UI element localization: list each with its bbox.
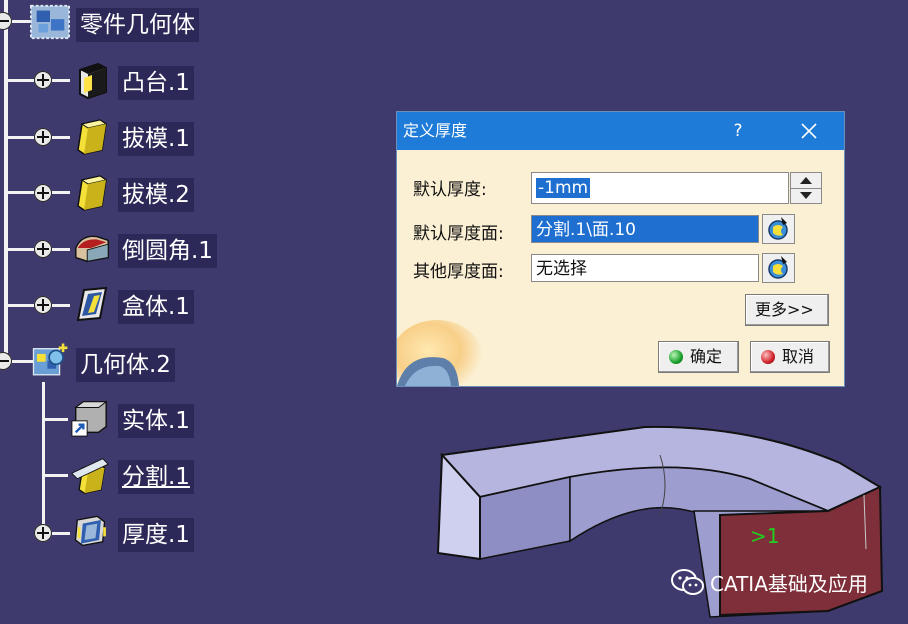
cancel-button[interactable]: 取消 (750, 341, 830, 373)
help-button[interactable]: ? (725, 112, 751, 150)
default-thickness-input[interactable]: -1mm (531, 172, 789, 204)
dialog-decoration-icon (397, 320, 483, 386)
expand-icon[interactable] (34, 71, 52, 89)
more-button-label: 更多>> (755, 300, 814, 319)
default-face-field[interactable]: 分割.1\面.10 (531, 215, 759, 243)
expand-icon[interactable] (34, 128, 52, 146)
tree-connector (52, 191, 70, 194)
tree-connector (8, 79, 34, 82)
default-face-label: 默认厚度面: (413, 224, 504, 244)
watermark-text: CATIA基础及应用 (710, 572, 868, 596)
tree-label-draft-1[interactable]: 拔模.1 (118, 122, 194, 156)
collapse-icon[interactable] (0, 12, 12, 30)
default-face-select-button[interactable] (762, 214, 795, 244)
ok-button-label: 确定 (690, 347, 723, 366)
tree-connector (4, 0, 8, 362)
tree-label-thickness[interactable]: 厚度.1 (118, 518, 194, 552)
expand-icon[interactable] (34, 240, 52, 258)
cancel-button-label: 取消 (782, 347, 815, 366)
ok-status-icon (669, 350, 683, 364)
tree-connector (8, 136, 34, 139)
thickness-annotation: >1 (750, 524, 779, 548)
tree-connector (42, 382, 45, 534)
tree-connector (52, 304, 70, 307)
geometric-body-icon[interactable] (30, 340, 70, 380)
expand-icon[interactable] (34, 296, 52, 314)
close-button[interactable] (789, 112, 829, 150)
tree-label-pad[interactable]: 凸台.1 (118, 66, 194, 100)
tree-label-solid[interactable]: 实体.1 (118, 404, 194, 438)
other-face-label: 其他厚度面: (413, 262, 504, 282)
arrow-up-icon (800, 177, 812, 184)
tree-label-split[interactable]: 分割.1 (118, 460, 194, 494)
tree-connector (42, 418, 68, 421)
tree-label-fillet[interactable]: 倒圆角.1 (118, 234, 217, 268)
part-body-icon[interactable] (30, 2, 70, 42)
draft-icon[interactable] (72, 116, 112, 156)
tree-connector (52, 248, 70, 251)
spin-up-button[interactable] (791, 173, 821, 188)
collapse-icon[interactable] (0, 352, 12, 370)
draft-icon[interactable] (72, 172, 112, 212)
tree-label-body-2[interactable]: 几何体.2 (76, 348, 175, 382)
fillet-icon[interactable] (72, 228, 112, 268)
tree-connector (52, 532, 70, 535)
dialog-title: 定义厚度 (403, 121, 468, 140)
tree-connector (52, 79, 70, 82)
thickness-icon[interactable] (70, 510, 110, 550)
tree-label-shell[interactable]: 盒体.1 (118, 290, 194, 324)
ok-button[interactable]: 确定 (658, 341, 739, 373)
dialog-titlebar[interactable]: 定义厚度 ? (397, 112, 844, 150)
default-thickness-label: 默认厚度: (413, 180, 487, 200)
more-button[interactable]: 更多>> (745, 294, 829, 326)
cancel-status-icon (761, 350, 775, 364)
selection-tool-icon (768, 217, 788, 240)
default-thickness-value: -1mm (536, 178, 591, 198)
tree-label-part-body[interactable]: 零件几何体 (76, 8, 199, 42)
expand-icon[interactable] (34, 524, 52, 542)
close-icon (801, 123, 817, 139)
solid-icon[interactable] (70, 398, 110, 438)
selection-tool-icon (768, 256, 788, 279)
tree-label-draft-2[interactable]: 拔模.2 (118, 178, 194, 212)
define-thickness-dialog: 定义厚度 ? 默认厚度: -1mm 默认厚度面: 分割.1\面.10 其他厚度面… (397, 112, 844, 386)
expand-icon[interactable] (34, 184, 52, 202)
tree-connector (8, 304, 34, 307)
shell-icon[interactable] (72, 284, 112, 324)
other-face-select-button[interactable] (762, 253, 795, 283)
pad-icon[interactable] (72, 60, 112, 100)
wechat-icon (671, 569, 704, 595)
tree-connector (8, 191, 34, 194)
spin-down-button[interactable] (791, 188, 821, 204)
tree-connector (8, 248, 34, 251)
tree-connector (52, 136, 70, 139)
other-face-field[interactable]: 无选择 (531, 254, 759, 282)
arrow-down-icon (800, 192, 812, 199)
tree-connector (42, 474, 68, 477)
split-icon[interactable] (70, 456, 110, 496)
thickness-spinner[interactable] (790, 172, 822, 204)
